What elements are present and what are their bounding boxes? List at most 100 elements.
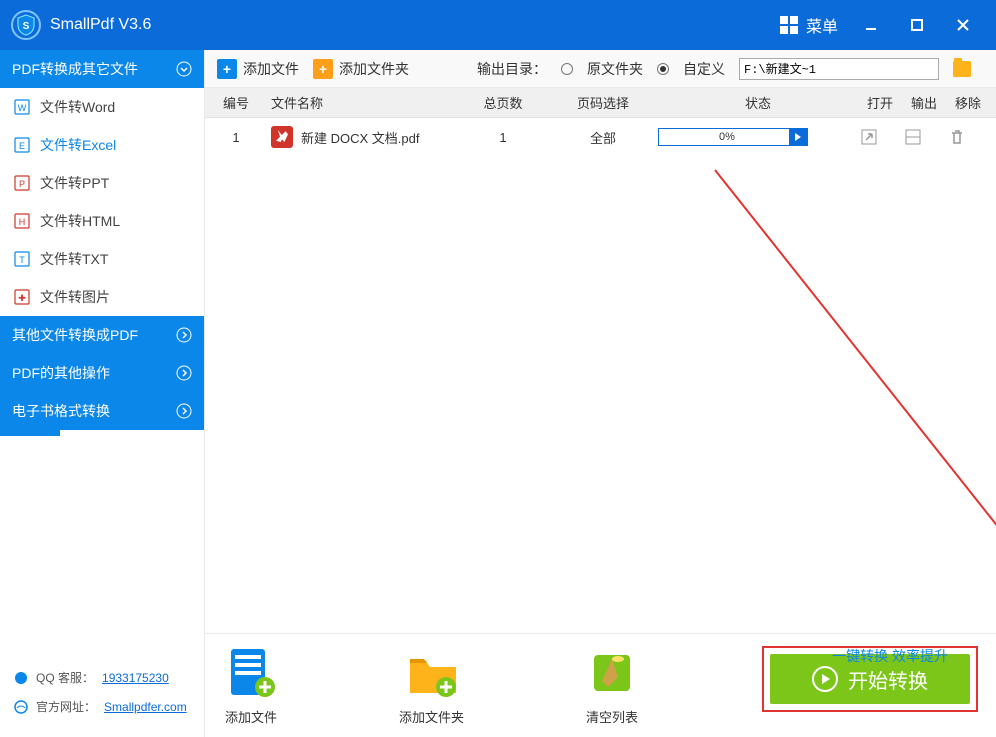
- sidebar-item[interactable]: H 文件转HTML: [0, 202, 204, 240]
- site-label: 官方网址：: [36, 698, 96, 715]
- svg-text:T: T: [19, 255, 25, 265]
- table-row[interactable]: 1 新建 DOCX 文档.pdf 1 全部 0%: [205, 118, 996, 156]
- plus-icon: +: [313, 59, 333, 79]
- file-type-icon: H: [14, 213, 30, 229]
- svg-text:H: H: [19, 217, 26, 227]
- sidebar-item[interactable]: W 文件转Word: [0, 88, 204, 126]
- add-file-label: 添加文件: [243, 59, 299, 79]
- col-range: 页码选择: [548, 93, 658, 112]
- bottom-add-folder[interactable]: 添加文件夹: [399, 645, 464, 726]
- start-label: 开始转换: [848, 665, 928, 694]
- bottom-add-folder-label: 添加文件夹: [399, 707, 464, 726]
- main-area: + 添加文件 + 添加文件夹 输出目录： 原文件夹 自定义 编号 文件名称: [205, 50, 996, 737]
- sidebar-group-label: 其他文件转换成PDF: [12, 325, 138, 345]
- ie-icon: [14, 700, 28, 714]
- chevron-right-icon: [176, 365, 192, 381]
- file-type-icon: E: [14, 137, 30, 153]
- sidebar-group-ebook[interactable]: 电子书格式转换: [0, 392, 204, 430]
- sidebar-item[interactable]: T 文件转TXT: [0, 240, 204, 278]
- chevron-right-icon: [176, 327, 192, 343]
- row-index: 1: [211, 130, 261, 145]
- remove-button[interactable]: [946, 126, 968, 148]
- bottom-clear-list[interactable]: 清空列表: [584, 645, 640, 726]
- pdf-icon: [271, 126, 293, 148]
- play-icon: [812, 666, 838, 692]
- sidebar-group-other-to-pdf[interactable]: 其他文件转换成PDF: [0, 316, 204, 354]
- progress-text: 0%: [659, 131, 789, 143]
- row-filename: 新建 DOCX 文档.pdf: [261, 126, 458, 148]
- file-type-icon: T: [14, 251, 30, 267]
- sidebar-group-label: PDF的其他操作: [12, 363, 110, 383]
- sidebar-item-label: 文件转Word: [40, 97, 115, 117]
- sidebar-item[interactable]: P 文件转PPT: [0, 164, 204, 202]
- col-open: 打开: [858, 93, 902, 112]
- app-title: SmallPdf V3.6: [50, 16, 151, 34]
- qq-support: QQ 客服： 1933175230: [14, 663, 190, 692]
- qq-icon: [14, 671, 28, 685]
- add-file-icon: [223, 645, 279, 701]
- sidebar-item-label: 文件转HTML: [40, 211, 120, 231]
- add-folder-button[interactable]: + 添加文件夹: [313, 59, 409, 79]
- table-header: 编号 文件名称 总页数 页码选择 状态 打开 输出 移除: [205, 88, 996, 118]
- minimize-button[interactable]: [848, 0, 894, 50]
- col-remove: 移除: [946, 93, 990, 112]
- export-button[interactable]: [902, 126, 924, 148]
- sidebar-group-pdf-other-ops[interactable]: PDF的其他操作: [0, 354, 204, 392]
- bottom-add-file-label: 添加文件: [225, 707, 277, 726]
- svg-text:E: E: [19, 141, 25, 151]
- official-site: 官方网址： Smallpdfer.com: [14, 692, 190, 721]
- sidebar-item[interactable]: ✚ 文件转图片: [0, 278, 204, 316]
- close-button[interactable]: [940, 0, 986, 50]
- chevron-down-icon: [176, 61, 192, 77]
- open-button[interactable]: [858, 126, 880, 148]
- add-file-button[interactable]: + 添加文件: [217, 59, 299, 79]
- file-type-icon: P: [14, 175, 30, 191]
- chevron-right-icon: [176, 403, 192, 419]
- browse-folder-button[interactable]: [953, 61, 971, 77]
- play-icon: [789, 128, 807, 146]
- sidebar-item-label: 文件转PPT: [40, 173, 109, 193]
- radio-custom-label: 自定义: [683, 59, 725, 79]
- sidebar-group-label: 电子书格式转换: [12, 401, 110, 421]
- svg-text:P: P: [19, 179, 25, 189]
- col-pages: 总页数: [458, 93, 548, 112]
- col-status: 状态: [658, 93, 858, 112]
- output-dir-label: 输出目录：: [477, 59, 547, 79]
- sidebar-group-label: PDF转换成其它文件: [12, 59, 138, 79]
- row-range[interactable]: 全部: [548, 128, 658, 147]
- col-export: 输出: [902, 93, 946, 112]
- svg-text:W: W: [18, 103, 27, 113]
- plus-icon: +: [217, 59, 237, 79]
- qq-link[interactable]: 1933175230: [102, 671, 169, 685]
- sidebar: PDF转换成其它文件 W 文件转Word E 文件转Excel P 文件转PPT…: [0, 50, 205, 737]
- sidebar-group-pdf-to-other[interactable]: PDF转换成其它文件: [0, 50, 204, 88]
- progress-bar[interactable]: 0%: [658, 128, 808, 146]
- site-link[interactable]: Smallpdfer.com: [104, 700, 187, 714]
- add-folder-icon: [404, 645, 460, 701]
- row-status: 0%: [658, 128, 858, 146]
- sidebar-item-label: 文件转TXT: [40, 249, 108, 269]
- col-name: 文件名称: [261, 93, 458, 112]
- svg-text:S: S: [23, 21, 30, 32]
- radio-source-label: 原文件夹: [587, 59, 643, 79]
- file-type-icon: ✚: [14, 289, 30, 305]
- file-type-icon: W: [14, 99, 30, 115]
- menu-button[interactable]: 菜单: [770, 7, 848, 43]
- hint-text: 一键转换 效率提升: [832, 646, 948, 666]
- radio-custom-folder[interactable]: [657, 63, 669, 75]
- sidebar-item[interactable]: E 文件转Excel: [0, 126, 204, 164]
- output-path-input[interactable]: [739, 58, 939, 80]
- bottom-clear-list-label: 清空列表: [586, 707, 638, 726]
- radio-source-folder[interactable]: [561, 63, 573, 75]
- bottom-add-file[interactable]: 添加文件: [223, 645, 279, 726]
- clear-list-icon: [584, 645, 640, 701]
- grid-icon: [780, 16, 798, 34]
- maximize-button[interactable]: [894, 0, 940, 50]
- col-index: 编号: [211, 93, 261, 112]
- menu-label: 菜单: [806, 13, 838, 37]
- toolbar: + 添加文件 + 添加文件夹 输出目录： 原文件夹 自定义: [205, 50, 996, 88]
- bottom-bar: 添加文件 添加文件夹 清空列表 一键转换 效率提升: [205, 633, 996, 737]
- sidebar-item-label: 文件转图片: [40, 287, 110, 307]
- qq-label: QQ 客服：: [36, 669, 94, 686]
- titlebar: S SmallPdf V3.6 菜单: [0, 0, 996, 50]
